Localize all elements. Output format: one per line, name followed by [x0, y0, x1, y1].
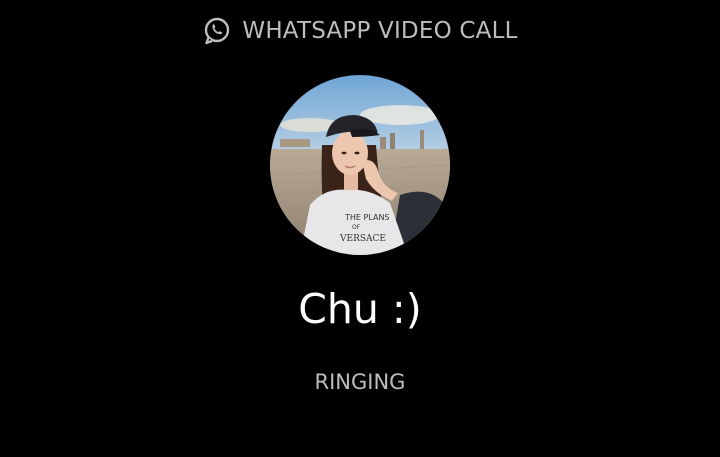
svg-text:THE PLANS: THE PLANS	[344, 213, 390, 222]
svg-text:VERSACE: VERSACE	[339, 234, 386, 244]
call-screen: WHATSAPP VIDEO CALL THE PLANS OF VERSACE…	[0, 0, 720, 457]
call-type-label: WHATSAPP VIDEO CALL	[242, 18, 518, 44]
whatsapp-icon	[202, 16, 232, 46]
svg-text:OF: OF	[352, 224, 361, 231]
contact-avatar[interactable]: THE PLANS OF VERSACE	[270, 75, 450, 255]
call-status: RINGING	[314, 370, 406, 394]
avatar-photo: THE PLANS OF VERSACE	[270, 75, 450, 255]
call-header: WHATSAPP VIDEO CALL	[0, 16, 720, 46]
contact-name: Chu :)	[298, 285, 422, 333]
